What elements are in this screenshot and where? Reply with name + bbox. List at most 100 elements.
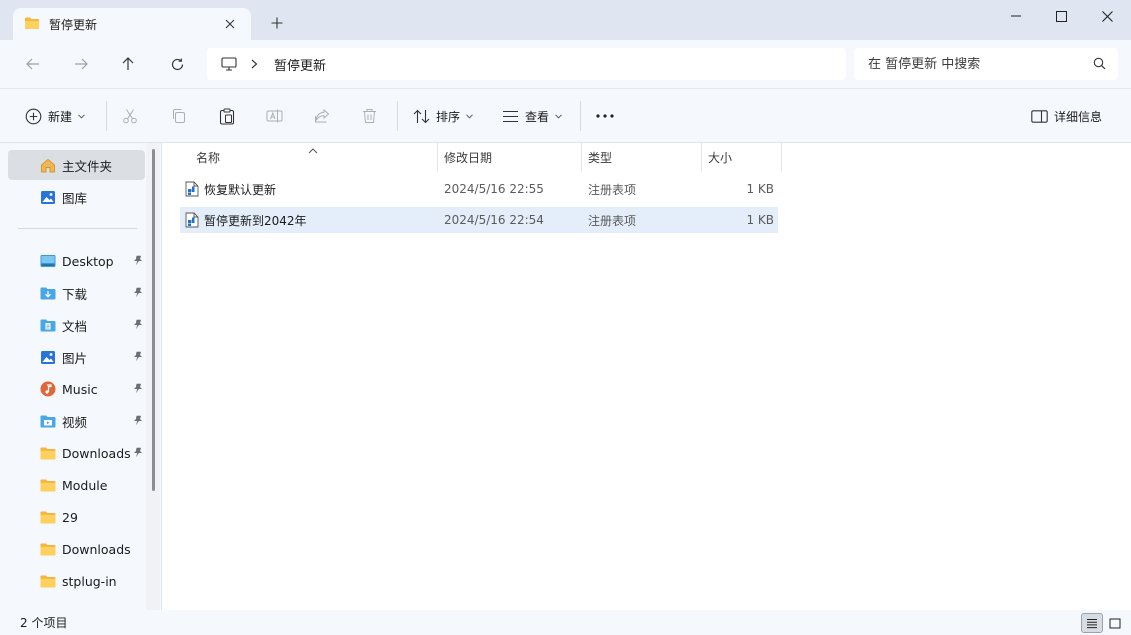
pin-icon[interactable] <box>133 447 143 461</box>
sidebar-item-29[interactable]: 29 <box>8 502 145 532</box>
sidebar-item-downloads[interactable]: Downloads <box>8 438 145 468</box>
copy-icon <box>171 108 187 124</box>
sidebar-item-documents[interactable]: 文档 <box>8 310 145 340</box>
rename-button[interactable] <box>266 102 283 130</box>
sidebar-item-home[interactable]: 主文件夹 <box>8 150 145 180</box>
up-icon[interactable] <box>116 52 140 76</box>
gallery-icon <box>40 189 56 205</box>
search-input[interactable] <box>868 56 1083 72</box>
trash-icon <box>362 108 377 124</box>
folder-icon <box>24 16 40 33</box>
breadcrumb-chevron-icon[interactable] <box>251 59 258 69</box>
sidebar-item-videos[interactable]: 视频 <box>8 406 145 436</box>
delete-button[interactable] <box>362 102 377 130</box>
column-header-size[interactable]: 大小 <box>708 143 732 171</box>
forward-icon[interactable] <box>69 52 93 76</box>
tiles-view-icon[interactable] <box>1104 613 1126 633</box>
search-icon[interactable] <box>1093 57 1106 73</box>
sidebar-item-downloads-2[interactable]: Downloads <box>8 534 145 564</box>
sidebar-item-stplug-in[interactable]: stplug-in <box>8 566 145 596</box>
navigation-pane: 主文件夹 图库 Desktop 下载 文档 图片 Music 视频 Downlo… <box>0 143 161 610</box>
chevron-down-icon <box>78 113 85 119</box>
share-button[interactable] <box>314 102 330 130</box>
column-header-type[interactable]: 类型 <box>588 143 612 171</box>
tab-title: 暂停更新 <box>49 17 98 32</box>
minimize-icon[interactable] <box>993 0 1039 32</box>
view-list-icon <box>502 110 519 123</box>
new-tab-icon[interactable] <box>268 14 286 32</box>
cut-button[interactable] <box>122 102 138 130</box>
refresh-icon[interactable] <box>165 52 189 76</box>
file-list: 名称 修改日期 类型 大小 恢复默认更新 2024/5/16 22:55 注册表… <box>162 143 1131 610</box>
sidebar-item-desktop[interactable]: Desktop <box>8 246 145 276</box>
sidebar-item-module[interactable]: Module <box>8 470 145 500</box>
sidebar-item-label: 29 <box>62 509 78 525</box>
sidebar-item-label: 主文件夹 <box>62 158 113 174</box>
new-button[interactable]: 新建 <box>25 102 85 130</box>
details-view-icon[interactable] <box>1081 613 1103 633</box>
chevron-down-icon <box>466 113 473 119</box>
video-icon <box>40 413 56 429</box>
view-label: 查看 <box>525 109 550 124</box>
more-options-button[interactable] <box>596 102 614 130</box>
folder-icon <box>40 509 56 525</box>
this-pc-icon[interactable] <box>221 57 237 71</box>
pin-icon[interactable] <box>133 383 143 397</box>
table-row[interactable]: 恢复默认更新 2024/5/16 22:55 注册表项 1 KB <box>180 176 778 202</box>
close-window-icon[interactable] <box>1084 0 1130 32</box>
file-size: 1 KB <box>746 213 774 227</box>
file-size: 1 KB <box>746 182 774 196</box>
scissors-icon <box>122 108 138 124</box>
sidebar-scrollbar-thumb[interactable] <box>152 149 155 491</box>
pin-icon[interactable] <box>133 319 143 333</box>
file-date: 2024/5/16 22:55 <box>444 182 544 196</box>
table-row[interactable]: 暂停更新到2042年 2024/5/16 22:54 注册表项 1 KB <box>180 207 778 233</box>
toolbar-divider <box>580 101 581 131</box>
copy-button[interactable] <box>171 102 187 130</box>
column-divider[interactable] <box>701 143 702 171</box>
file-name: 暂停更新到2042年 <box>204 213 307 228</box>
paste-button[interactable] <box>219 102 235 130</box>
sidebar-item-downloads-zh[interactable]: 下载 <box>8 278 145 308</box>
sidebar-item-label: 视频 <box>62 414 88 430</box>
column-divider[interactable] <box>437 143 438 171</box>
sidebar-item-label: Module <box>62 477 108 493</box>
toolbar-divider <box>397 101 398 131</box>
file-name: 恢复默认更新 <box>204 182 277 197</box>
sidebar-item-label: 下载 <box>62 286 88 302</box>
file-type: 注册表项 <box>588 182 637 197</box>
sidebar-item-music[interactable]: Music <box>8 374 145 404</box>
address-bar[interactable]: 暂停更新 <box>207 48 846 80</box>
back-icon[interactable] <box>21 52 45 76</box>
column-header-date[interactable]: 修改日期 <box>444 143 492 171</box>
pin-icon[interactable] <box>133 351 143 365</box>
clipboard-icon <box>219 108 235 125</box>
close-tab-icon[interactable] <box>221 15 239 33</box>
maximize-icon[interactable] <box>1038 0 1084 32</box>
sidebar-item-pictures[interactable]: 图片 <box>8 342 145 372</box>
sort-button[interactable]: 排序 <box>413 102 473 130</box>
folder-icon <box>40 445 56 461</box>
breadcrumb-current[interactable]: 暂停更新 <box>274 55 326 74</box>
sidebar-item-gallery[interactable]: 图库 <box>8 182 145 212</box>
chevron-down-icon <box>555 113 562 119</box>
sidebar-item-label: stplug-in <box>62 573 117 589</box>
share-icon <box>314 108 330 124</box>
sort-icon <box>413 109 430 124</box>
sidebar-item-label: Downloads <box>62 541 131 557</box>
download-icon <box>40 285 56 301</box>
column-divider[interactable] <box>581 143 582 171</box>
pin-icon[interactable] <box>133 255 143 269</box>
view-button[interactable]: 查看 <box>502 102 562 130</box>
search-box[interactable] <box>854 48 1118 80</box>
tab-active[interactable]: 暂停更新 <box>13 8 251 40</box>
pin-icon[interactable] <box>133 287 143 301</box>
sidebar-item-label: Desktop <box>62 253 114 269</box>
column-header-name[interactable]: 名称 <box>196 143 220 171</box>
details-pane-button[interactable]: 详细信息 <box>1031 102 1102 130</box>
pin-icon[interactable] <box>133 415 143 429</box>
sidebar-divider <box>18 228 137 229</box>
toolbar-divider <box>106 101 107 131</box>
music-icon <box>40 381 56 397</box>
column-divider[interactable] <box>781 143 782 171</box>
